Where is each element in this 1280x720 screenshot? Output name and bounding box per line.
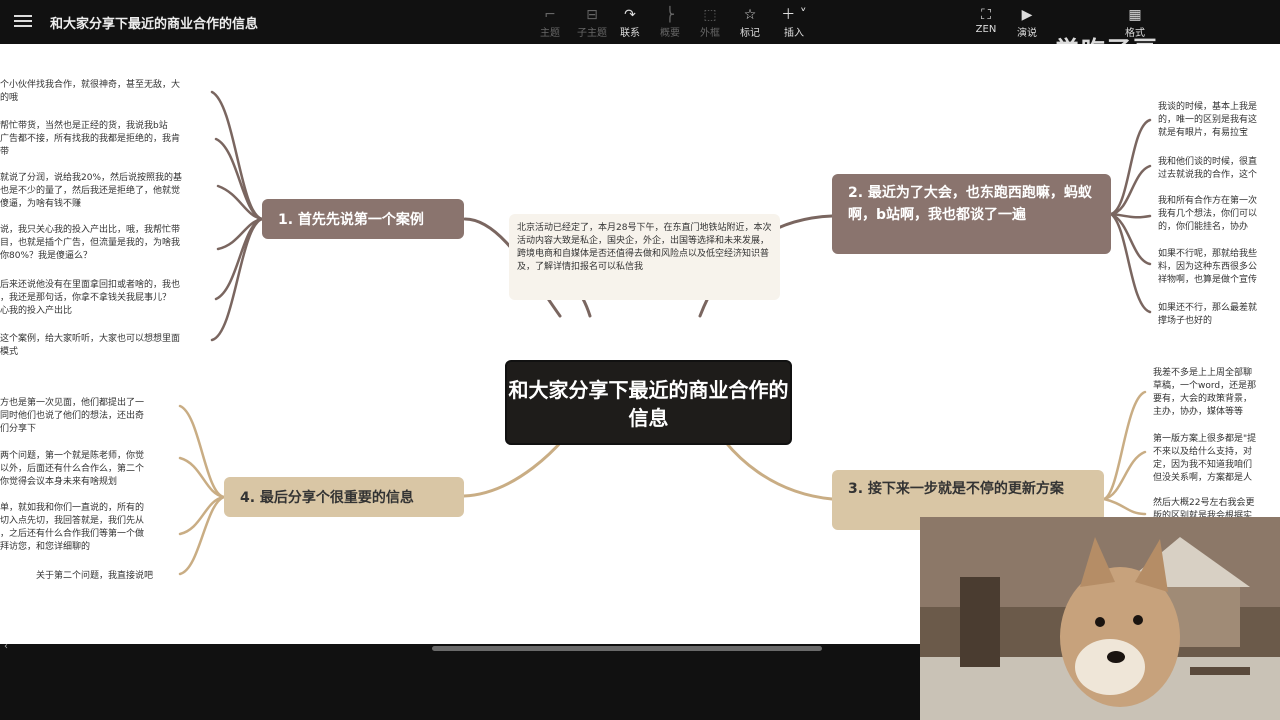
tool-zen[interactable]: ⛶ ZEN <box>966 6 1006 35</box>
branch-4-leaf[interactable]: 单，就如我和你们一直说的，所有的 切入点先切，我回答就是，我们先从 ，之后还有什… <box>0 502 144 554</box>
branch-2-leaf[interactable]: 我谈的时候，基本上我是 的，唯一的区别是我有这 就是有眼片，有易拉宝 <box>1158 101 1257 140</box>
scroll-left-icon[interactable]: ‹ <box>4 641 8 652</box>
branch-2-leaf[interactable]: 我和所有合作方在第一次 我有几个想法，你们可以 的，你们能挂名，协办 <box>1158 195 1257 234</box>
branch-1-leaf[interactable]: 帮忙带货，当然也是正经的货，我说我b站 广告都不接，所有找我的我都是拒绝的，我肯… <box>0 120 180 159</box>
branch-3-leaf[interactable]: 我差不多是上上周全部聊 草稿，一个word，还是那 要有，大会的政策背景， 主办… <box>1153 367 1256 419</box>
branch-1-leaf[interactable]: 个小伙伴找我合作，就很神奇，甚至无敌，大 的哦 <box>0 79 180 105</box>
tool-summary[interactable]: ⎬ 概要 <box>650 6 690 39</box>
menu-icon[interactable] <box>14 12 32 30</box>
tool-boundary[interactable]: ⬚ 外框 <box>690 6 730 39</box>
branch-1-leaf[interactable]: 后来还说他没有在里面拿回扣或者啥的，我也 ，我还是那句话，你拿不拿钱关我屁事儿？… <box>0 279 180 318</box>
tool-present[interactable]: ▶ 演说 <box>1007 6 1047 39</box>
dog-photo <box>920 517 1280 720</box>
central-topic[interactable]: 和大家分享下最近的商业合作的信息 <box>505 360 792 445</box>
branch-4-leaf[interactable]: 方也是第一次见面，他们都提出了一 同时他们也说了他们的想法，还出奇 们分享下 <box>0 397 144 436</box>
summary-icon: ⎬ <box>664 7 676 23</box>
webcam-overlay <box>920 517 1280 720</box>
branch-4-topic[interactable]: 4. 最后分享个很重要的信息 <box>224 477 464 517</box>
tool-insert[interactable]: ＋ ˅ 插入 <box>774 6 814 39</box>
boundary-icon: ⬚ <box>703 7 717 23</box>
tool-topic[interactable]: ⌐ 主题 <box>530 6 570 39</box>
tool-relation[interactable]: ↷ 联系 <box>610 6 650 39</box>
tool-marker[interactable]: ☆ 标记 <box>730 6 770 39</box>
branch-2-leaf[interactable]: 如果还不行，那么最差就 撑场子也好的 <box>1158 302 1257 328</box>
tool-subtopic[interactable]: ⊟ 子主题 <box>572 6 612 39</box>
relation-icon: ↷ <box>624 7 636 23</box>
document-title: 和大家分享下最近的商业合作的信息 <box>50 17 259 32</box>
event-note[interactable]: 北京活动已经定了，本月28号下午，在东直门地铁站附近，本次活动内容大致是私企，国… <box>509 214 780 300</box>
branch-2-leaf[interactable]: 我和他们谈的时候，很直 过去就说我的合作，这个 <box>1158 156 1257 182</box>
present-icon: ▶ <box>1021 7 1033 23</box>
branch-4-leaf[interactable]: 关于第二个问题，我直接说吧 <box>36 570 153 583</box>
branch-4-leaf[interactable]: 两个问题，第一个就是陈老师，你觉 以外，后面还有什么合作么，第二个 你觉得会议本… <box>0 450 144 489</box>
branch-1-leaf[interactable]: 就说了分润，说给我20%，然后说按照我的基 也是不少的量了，然后我还是拒绝了，他… <box>0 172 182 211</box>
star-icon: ☆ <box>743 7 757 23</box>
subtopic-icon: ⊟ <box>586 7 598 23</box>
branch-1-leaf[interactable]: 说，我只关心我的投入产出比，哦，我帮忙带 目，也就是插个广告，但流量是我的，为啥… <box>0 224 180 263</box>
branch-2-leaf[interactable]: 如果不行呢，那就给我些 料，因为这种东西很多公 祥物啊，也算是做个宣传 <box>1158 248 1257 287</box>
zen-icon: ⛶ <box>981 7 991 23</box>
plus-icon: ＋ ˅ <box>781 7 807 23</box>
branch-1-topic[interactable]: 1. 首先先说第一个案例 <box>262 199 464 239</box>
format-icon: ▦ <box>1128 7 1142 23</box>
branch-3-leaf[interactable]: 第一版方案上很多都是"提 不来以及给什么支持，对 定，因为我不知道我咱们 但没关… <box>1153 433 1256 485</box>
watermark-text: 觉吃了豆 <box>1055 36 1159 64</box>
scrollbar-thumb[interactable] <box>432 646 822 651</box>
topic-icon: ⌐ <box>544 7 556 23</box>
branch-1-leaf[interactable]: 这个案例，给大家听听，大家也可以想想里面 模式 <box>0 333 180 359</box>
branch-2-topic[interactable]: 2. 最近为了大会，也东跑西跑嘛，蚂蚁啊，b站啊，我也都谈了一遍 <box>832 174 1111 254</box>
